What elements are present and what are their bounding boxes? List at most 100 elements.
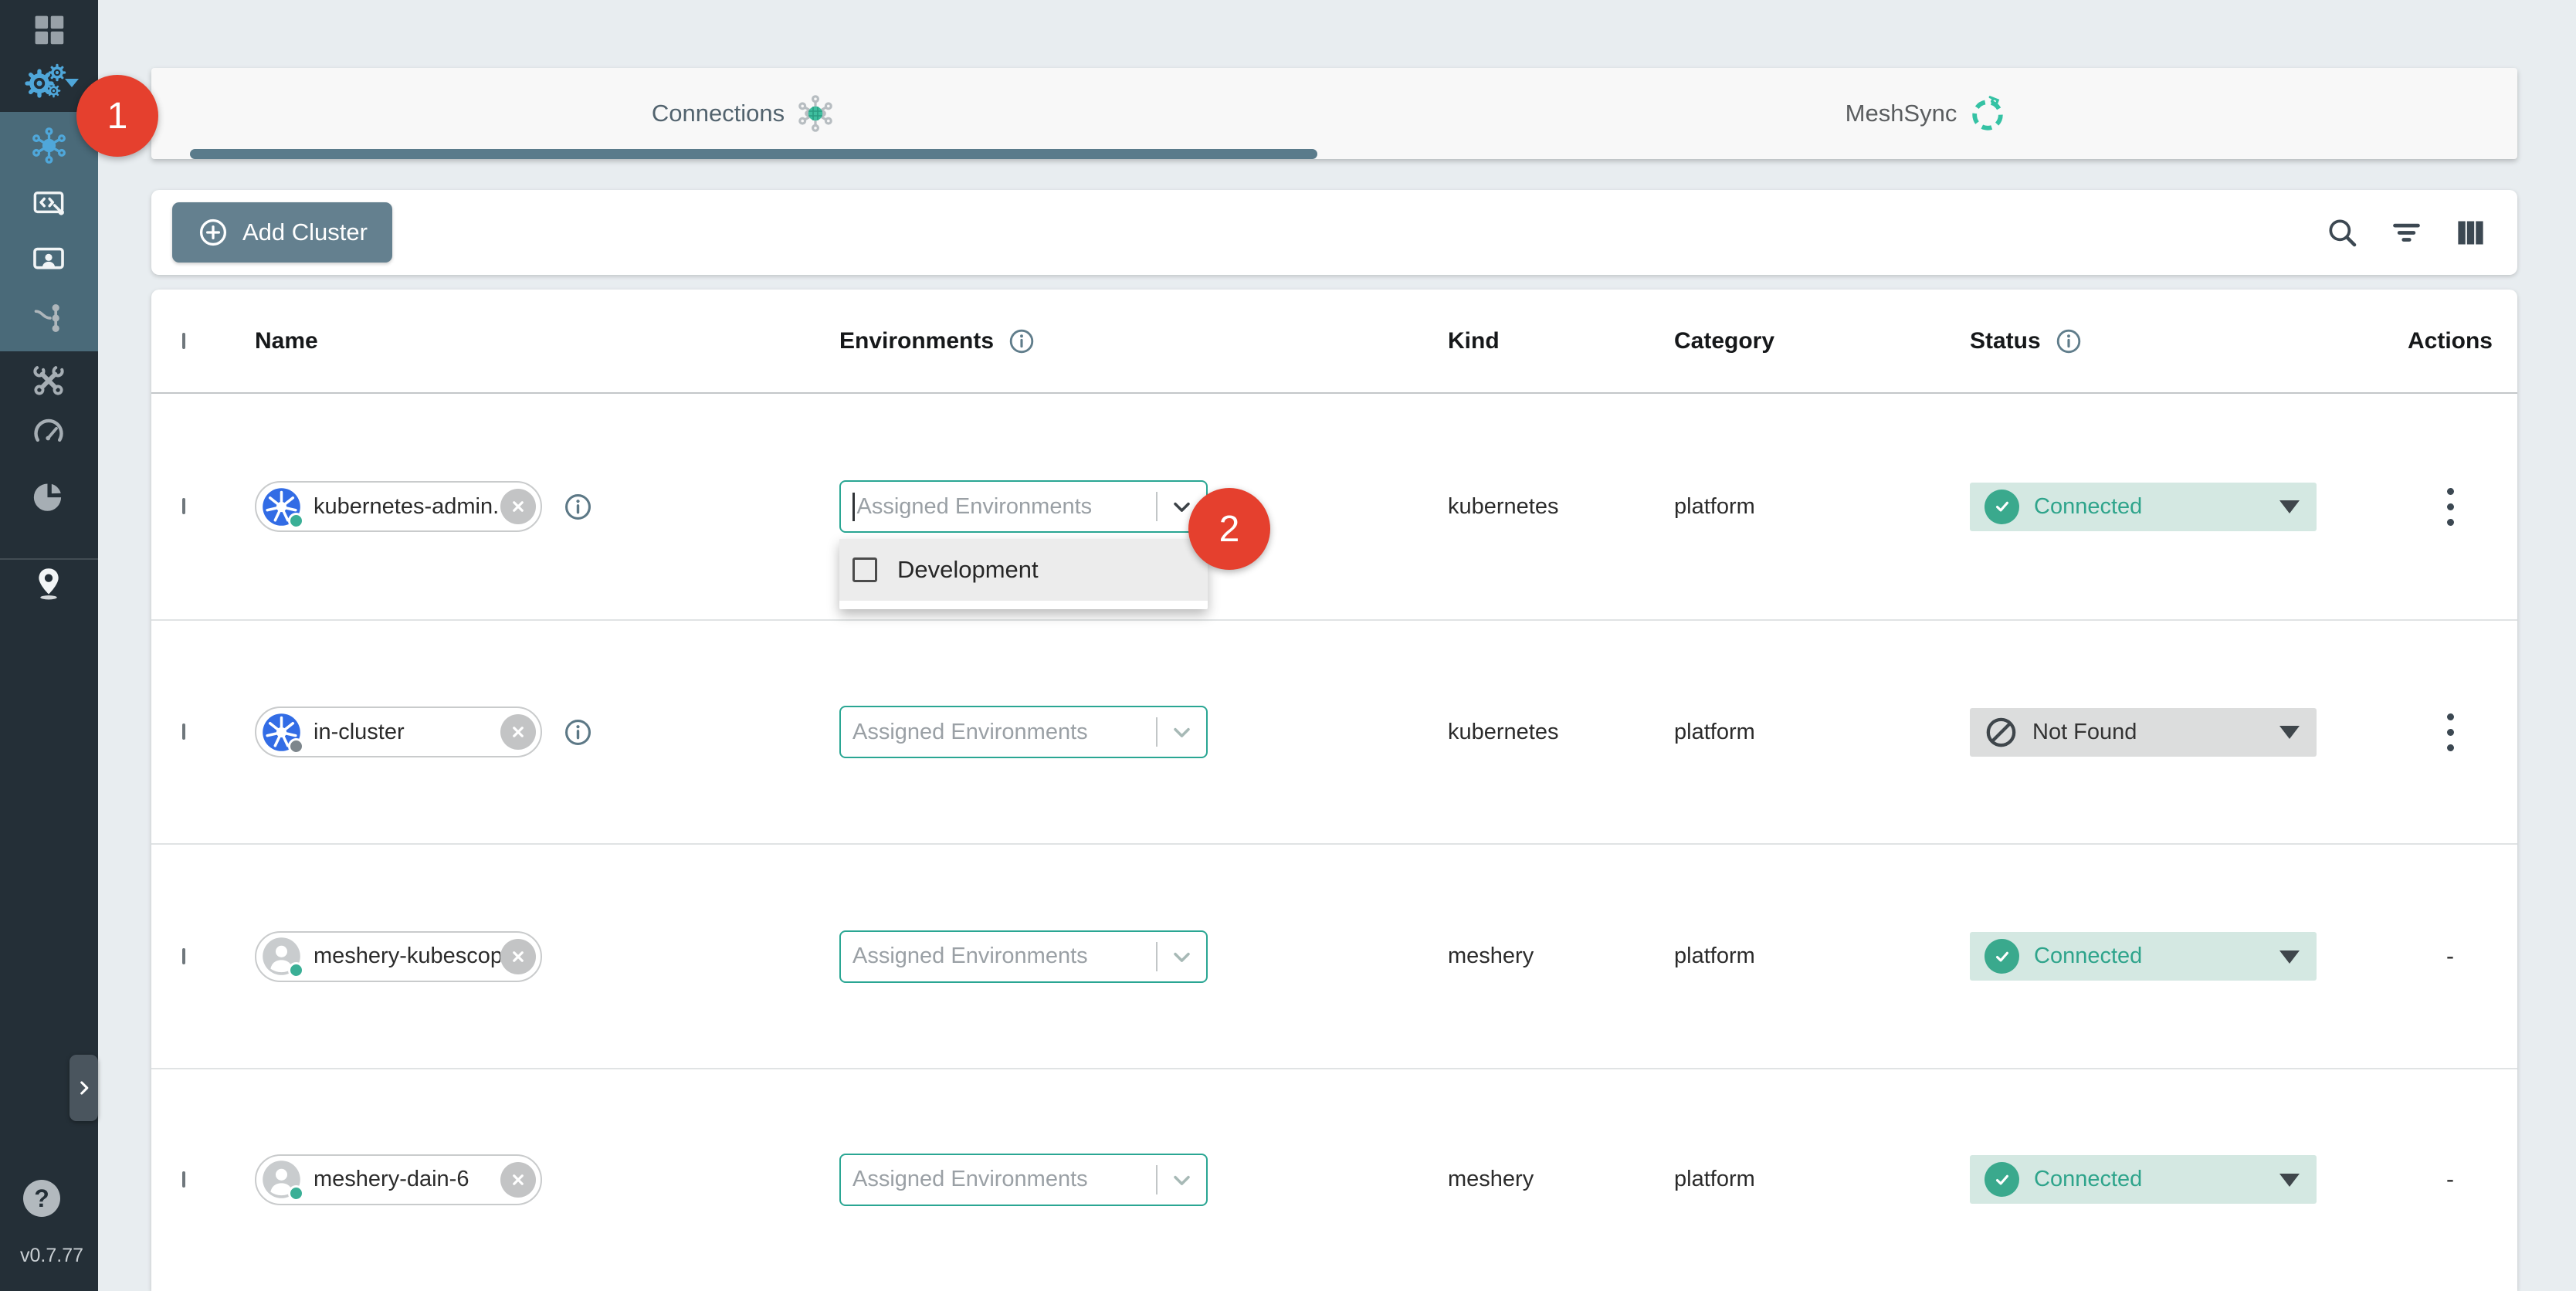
dashboard-grid-icon[interactable] <box>32 12 66 46</box>
row-checkbox[interactable] <box>182 1171 185 1188</box>
row-checkbox[interactable] <box>182 498 185 514</box>
status-dot-gray <box>288 738 304 754</box>
status-dot-green <box>288 1185 304 1201</box>
environments-placeholder: Assigned Environments <box>852 1167 1088 1192</box>
tab-bar: Connections MeshSync <box>151 68 2517 159</box>
category-cell: platform <box>1674 720 1970 745</box>
environments-placeholder: Assigned Environments <box>857 494 1093 520</box>
filter-icon[interactable] <box>2389 215 2424 250</box>
remove-connection-button[interactable] <box>500 939 536 974</box>
category-cell: platform <box>1674 494 1970 520</box>
environment-option-development[interactable]: Development <box>839 539 1208 601</box>
kubernetes-logo-icon <box>261 712 302 753</box>
select-divider <box>1156 942 1158 971</box>
remove-connection-button[interactable] <box>500 489 536 524</box>
check-circle-icon <box>1985 939 2019 974</box>
status-label: Connected <box>2034 944 2142 969</box>
remove-connection-button[interactable] <box>500 1162 536 1198</box>
option-label: Development <box>897 556 1039 584</box>
connection-name-chip[interactable]: meshery-dain-6 <box>255 1154 542 1205</box>
sidebar-expand-button[interactable] <box>69 1055 98 1121</box>
table-row: meshery-dain-6 Assigned Environments mes… <box>151 1069 2517 1289</box>
connection-info-icon[interactable] <box>563 492 593 522</box>
caret-down-icon <box>2279 950 2300 964</box>
no-actions-dash: - <box>2446 944 2454 970</box>
remove-connection-button[interactable] <box>500 714 536 750</box>
option-checkbox[interactable] <box>852 557 877 582</box>
connection-name-chip[interactable]: meshery-kubescop... <box>255 931 542 982</box>
tab-meshsync[interactable]: MeshSync <box>1334 68 2517 159</box>
configuration-wrenches-icon[interactable] <box>31 363 66 398</box>
environments-placeholder: Assigned Environments <box>852 944 1088 969</box>
avatar-icon <box>261 1159 302 1200</box>
sidebar-divider <box>0 558 98 560</box>
category-cell: platform <box>1674 944 1970 969</box>
extensions-pie-icon[interactable] <box>31 479 66 514</box>
connection-name: meshery-kubescop... <box>302 944 500 969</box>
environments-select[interactable]: Assigned Environments <box>839 930 1208 983</box>
environments-info-icon[interactable] <box>1008 327 1035 355</box>
sidebar-item-connections-mesh-icon[interactable] <box>31 127 67 164</box>
header-status: Status <box>1970 328 2041 354</box>
select-all-checkbox[interactable] <box>182 333 185 349</box>
connection-info-icon[interactable] <box>563 717 593 747</box>
help-button[interactable]: ? <box>23 1180 60 1217</box>
caret-down-icon <box>2279 726 2300 739</box>
status-info-icon[interactable] <box>2055 327 2083 355</box>
select-divider <box>1156 1165 1158 1194</box>
header-environments: Environments <box>839 328 994 354</box>
annotation-badge-2: 2 <box>1188 488 1270 570</box>
kind-cell: meshery <box>1448 944 1674 969</box>
table-header-row: Name Environments Kind Category Status A… <box>151 290 2517 394</box>
connection-name: in-cluster <box>302 720 500 745</box>
sidebar-item-branch-icon[interactable] <box>31 300 66 336</box>
lifecycle-gear-small-icon <box>48 63 66 82</box>
tab-connections[interactable]: Connections <box>151 68 1334 159</box>
row-checkbox[interactable] <box>182 723 185 740</box>
status-dropdown-connected[interactable]: Connected <box>1970 932 2317 981</box>
sidebar-item-person-screen-icon[interactable] <box>31 242 66 277</box>
row-actions-menu-icon[interactable] <box>2442 709 2459 756</box>
connection-name-chip[interactable]: kubernetes-admin... <box>255 481 542 532</box>
header-name: Name <box>255 328 318 354</box>
status-label: Not Found <box>2032 720 2137 745</box>
chevron-right-icon <box>74 1078 94 1098</box>
connection-name: meshery-dain-6 <box>302 1167 500 1192</box>
table-row: in-cluster Assigned Environments kuberne… <box>151 621 2517 845</box>
row-checkbox[interactable] <box>182 948 185 964</box>
location-pin-icon[interactable] <box>31 565 66 601</box>
lifecycle-submenu-group <box>0 112 98 351</box>
tab-connections-label: Connections <box>652 100 785 127</box>
search-icon[interactable] <box>2325 215 2360 250</box>
environments-select[interactable]: Assigned Environments <box>839 480 1208 533</box>
performance-speedometer-icon[interactable] <box>31 415 66 451</box>
lifecycle-expand-caret-icon[interactable] <box>65 79 79 87</box>
connections-mesh-icon <box>797 95 834 132</box>
connection-name-chip[interactable]: in-cluster <box>255 706 542 757</box>
add-cluster-button[interactable]: Add Cluster <box>172 202 392 263</box>
chevron-down-icon[interactable] <box>1168 718 1196 747</box>
environments-select[interactable]: Assigned Environments <box>839 1154 1208 1206</box>
no-actions-dash: - <box>2446 1167 2454 1193</box>
status-dropdown-notfound[interactable]: Not Found <box>1970 708 2317 757</box>
check-circle-icon <box>1985 1162 2019 1197</box>
table-row: meshery-kubescop... Assigned Environment… <box>151 845 2517 1069</box>
chevron-down-icon[interactable] <box>1168 1166 1196 1194</box>
table-toolbar: Add Cluster <box>151 190 2517 275</box>
row-actions-menu-icon[interactable] <box>2442 483 2459 530</box>
status-dropdown-connected[interactable]: Connected <box>1970 1155 2317 1204</box>
header-actions: Actions <box>2408 328 2493 354</box>
connection-name: kubernetes-admin... <box>302 494 500 520</box>
app-version: v0.7.77 <box>20 1245 83 1267</box>
sidebar-item-code-screen-icon[interactable] <box>31 186 66 222</box>
kubernetes-logo-icon <box>261 486 302 527</box>
active-tab-indicator <box>190 149 1317 159</box>
tab-meshsync-label: MeshSync <box>1846 100 1957 127</box>
status-dropdown-connected[interactable]: Connected <box>1970 483 2317 531</box>
environments-select[interactable]: Assigned Environments <box>839 706 1208 758</box>
view-columns-icon[interactable] <box>2453 215 2488 250</box>
status-label: Connected <box>2034 494 2142 520</box>
caret-down-icon <box>2279 500 2300 513</box>
environments-placeholder: Assigned Environments <box>852 720 1088 745</box>
chevron-down-icon[interactable] <box>1168 943 1196 971</box>
